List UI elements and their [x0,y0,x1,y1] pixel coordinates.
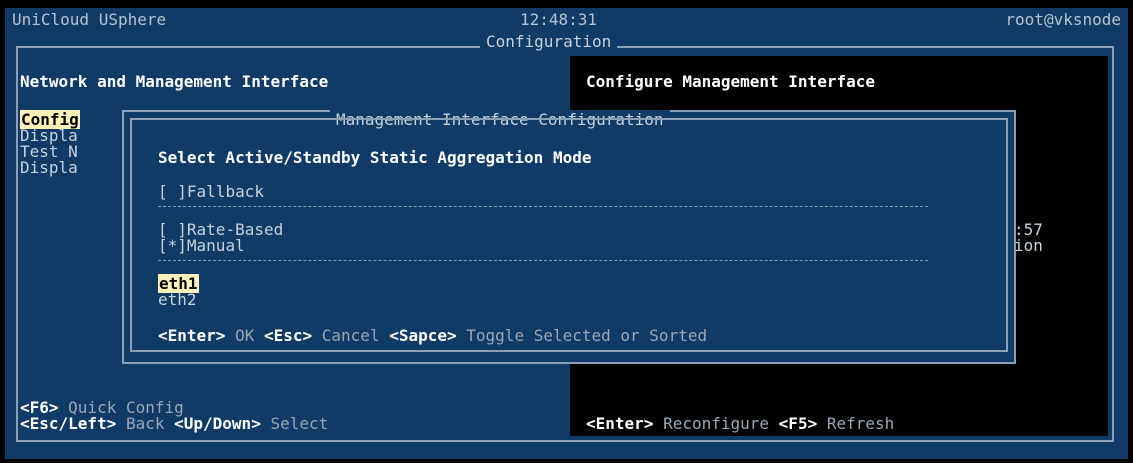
checkbox-mark: [*] [158,236,187,255]
right-panel-title: Configure Management Interface [586,72,875,91]
select-label: Select [260,414,329,433]
option-manual[interactable]: [*]Manual [158,236,245,256]
space-key[interactable]: <Sapce> [389,326,456,345]
separator [158,260,928,262]
back-label: Back [116,414,175,433]
updown-key[interactable]: <Up/Down> [174,414,261,433]
cancel-label: Cancel [312,326,390,345]
menu-item-display-2[interactable]: Displa [20,158,78,178]
option-label: Manual [186,236,245,255]
right-footer: <Enter> Reconfigure <F5> Refresh [586,414,894,434]
refresh-key[interactable]: <F5> [779,414,818,433]
dialog-heading: Select Active/Standby Static Aggregation… [158,148,592,167]
clock: 12:48:31 [520,10,598,29]
section-title: Configuration [480,32,618,52]
reconfigure-key[interactable]: <Enter> [586,414,653,433]
user-label: root@vksnode [1005,10,1121,29]
dialog-footer: <Enter> OK <Esc> Cancel <Sapce> Toggle S… [158,326,707,346]
left-footer-line-2: <Esc/Left> Back <Up/Down> Select [20,414,328,434]
refresh-label: Refresh [817,414,895,433]
enter-key[interactable]: <Enter> [158,326,225,345]
left-panel-title: Network and Management Interface [20,72,329,91]
option-label: Fallback [186,182,264,201]
ok-label: OK [225,326,264,345]
toggle-label: Toggle Selected or Sorted [456,326,708,345]
app-title: UniCloud USphere [12,10,167,29]
esc-key[interactable]: <Esc> [264,326,312,345]
nic-eth2[interactable]: eth2 [158,290,197,310]
option-fallback[interactable]: [ ]Fallback [158,182,264,202]
right-partial-text-2: ion [1014,236,1043,255]
back-key[interactable]: <Esc/Left> [20,414,116,433]
checkbox-mark: [ ] [158,182,187,201]
reconfigure-label: Reconfigure [653,414,779,433]
separator [158,206,928,208]
